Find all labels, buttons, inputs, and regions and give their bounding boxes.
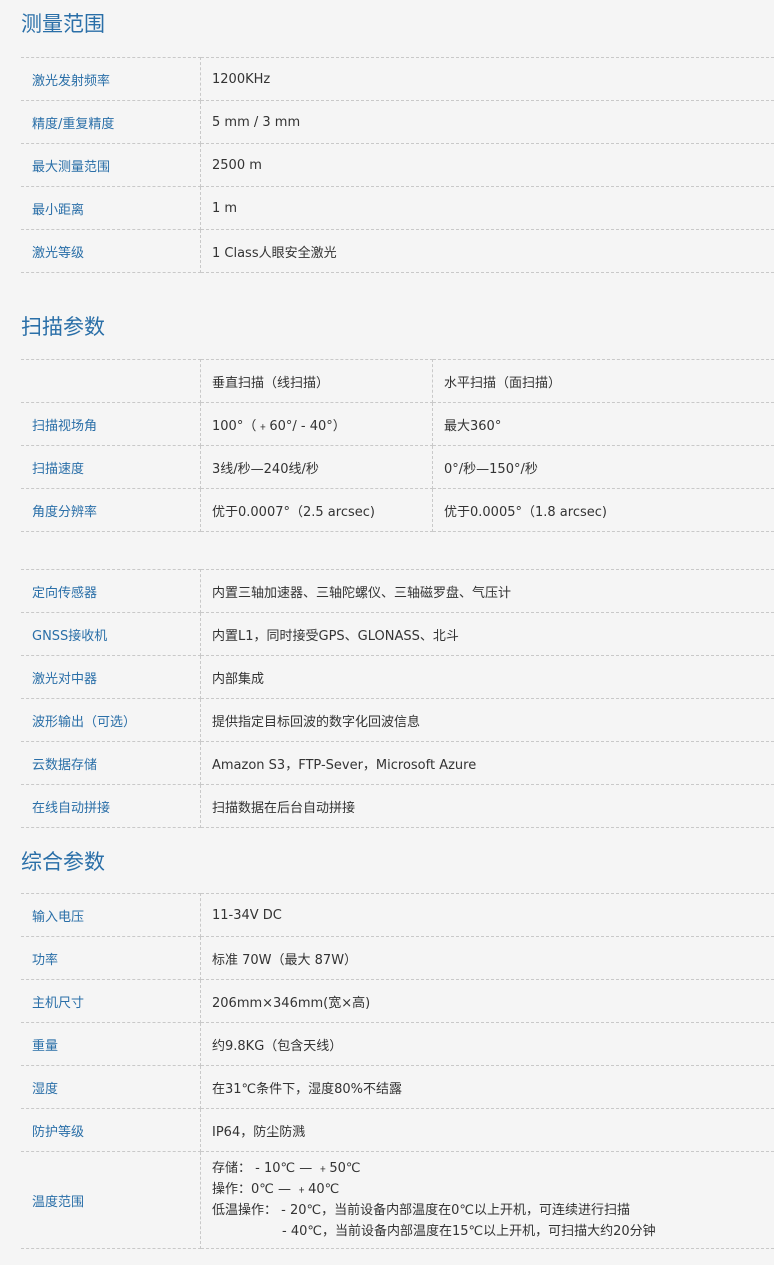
row-label: 输入电压	[21, 893, 201, 937]
row-label: 在线自动拼接	[21, 784, 201, 828]
table-row: 定向传感器 内置三轴加速器、三轴陀螺仪、三轴磁罗盘、气压计	[21, 569, 774, 613]
misc-table: 定向传感器 内置三轴加速器、三轴陀螺仪、三轴磁罗盘、气压计 GNSS接收机 内置…	[21, 569, 774, 828]
table-row: 重量 约9.8KG（包含天线）	[21, 1022, 774, 1066]
table-row: 角度分辨率 优于0.0007°（2.5 arcsec) 优于0.0005°（1.…	[21, 488, 774, 532]
row-value: 在31℃条件下，湿度80%不结露	[200, 1065, 774, 1109]
table-row: 功率 标准 70W（最大 87W）	[21, 936, 774, 980]
scan-table: 垂直扫描（线扫描） 水平扫描（面扫描） 扫描视场角 100°（﹢60°/ - 4…	[21, 359, 774, 532]
row-value: 2500 m	[200, 143, 774, 187]
row-value: 扫描数据在后台自动拼接	[200, 784, 774, 828]
row-value: IP64，防尘防溅	[200, 1108, 774, 1152]
row-value: 约9.8KG（包含天线）	[200, 1022, 774, 1066]
row-value: 内置L1，同时接受GPS、GLONASS、北斗	[200, 612, 774, 656]
row-value: 1 m	[200, 186, 774, 230]
row-value-horizontal: 0°/秒—150°/秒	[432, 445, 774, 489]
temperature-operation: 操作：0℃ — ﹢40℃	[212, 1182, 340, 1197]
table-row: 激光等级 1 Class人眼安全激光	[21, 229, 774, 273]
row-value-vertical: 优于0.0007°（2.5 arcsec)	[200, 488, 433, 532]
row-label: 定向传感器	[21, 569, 201, 613]
row-value: 内置三轴加速器、三轴陀螺仪、三轴磁罗盘、气压计	[200, 569, 774, 613]
row-value: Amazon S3，FTP-Sever，Microsoft Azure	[200, 741, 774, 785]
table-row: GNSS接收机 内置L1，同时接受GPS、GLONASS、北斗	[21, 612, 774, 656]
row-value-horizontal: 优于0.0005°（1.8 arcsec)	[432, 488, 774, 532]
row-label: 最小距离	[21, 186, 201, 230]
table-row: 主机尺寸 206mm×346mm(宽×高)	[21, 979, 774, 1023]
table-row: 激光对中器 内部集成	[21, 655, 774, 699]
table-row: 防护等级 IP64，防尘防溅	[21, 1108, 774, 1152]
row-label: 激光等级	[21, 229, 201, 273]
row-label: 防护等级	[21, 1108, 201, 1152]
header-horizontal-scan: 水平扫描（面扫描）	[432, 359, 774, 403]
section-title-measure: 测量范围	[21, 12, 105, 36]
row-label: 湿度	[21, 1065, 201, 1109]
table-row-temperature: 温度范围 存储： - 10℃ — ﹢50℃ 操作：0℃ — ﹢40℃ 低温操作：…	[21, 1151, 774, 1249]
row-value: 标准 70W（最大 87W）	[200, 936, 774, 980]
temperature-range-value: 存储： - 10℃ — ﹢50℃ 操作：0℃ — ﹢40℃ 低温操作： - 20…	[200, 1151, 774, 1249]
row-value: 1 Class人眼安全激光	[200, 229, 774, 273]
table-row: 扫描视场角 100°（﹢60°/ - 40°） 最大360°	[21, 402, 774, 446]
temperature-low-operation: 低温操作： - 20℃，当前设备内部温度在0℃以上开机，可连续进行扫描	[212, 1203, 630, 1218]
row-value: 内部集成	[200, 655, 774, 699]
header-label	[21, 359, 201, 403]
row-value-vertical: 100°（﹢60°/ - 40°）	[200, 402, 433, 446]
row-label: 主机尺寸	[21, 979, 201, 1023]
row-value: 提供指定目标回波的数字化回波信息	[200, 698, 774, 742]
section-title-general: 综合参数	[21, 850, 105, 874]
row-label: 温度范围	[21, 1151, 201, 1249]
row-value: 206mm×346mm(宽×高)	[200, 979, 774, 1023]
row-label: 最大测量范围	[21, 143, 201, 187]
row-label: 云数据存储	[21, 741, 201, 785]
table-header-row: 垂直扫描（线扫描） 水平扫描（面扫描）	[21, 359, 774, 403]
table-row: 在线自动拼接 扫描数据在后台自动拼接	[21, 784, 774, 828]
row-label: 功率	[21, 936, 201, 980]
row-label: GNSS接收机	[21, 612, 201, 656]
table-row: 扫描速度 3线/秒—240线/秒 0°/秒—150°/秒	[21, 445, 774, 489]
table-row: 激光发射频率 1200KHz	[21, 57, 774, 101]
row-label: 重量	[21, 1022, 201, 1066]
table-row: 精度/重复精度 5 mm / 3 mm	[21, 100, 774, 144]
table-row: 输入电压 11-34V DC	[21, 893, 774, 937]
row-label: 波形输出（可选）	[21, 698, 201, 742]
row-label: 扫描速度	[21, 445, 201, 489]
row-value-horizontal: 最大360°	[432, 402, 774, 446]
temperature-low-operation-2: - 40℃，当前设备内部温度在15℃以上开机，可扫描大约20分钟	[282, 1224, 656, 1239]
table-row: 波形输出（可选） 提供指定目标回波的数字化回波信息	[21, 698, 774, 742]
row-label: 角度分辨率	[21, 488, 201, 532]
temperature-storage: 存储： - 10℃ — ﹢50℃	[212, 1161, 361, 1176]
header-vertical-scan: 垂直扫描（线扫描）	[200, 359, 433, 403]
measure-table: 激光发射频率 1200KHz 精度/重复精度 5 mm / 3 mm 最大测量范…	[21, 57, 774, 273]
table-row: 湿度 在31℃条件下，湿度80%不结露	[21, 1065, 774, 1109]
table-row: 云数据存储 Amazon S3，FTP-Sever，Microsoft Azur…	[21, 741, 774, 785]
row-label: 扫描视场角	[21, 402, 201, 446]
row-value: 11-34V DC	[200, 893, 774, 937]
row-value: 5 mm / 3 mm	[200, 100, 774, 144]
row-label: 激光对中器	[21, 655, 201, 699]
table-row: 最小距离 1 m	[21, 186, 774, 230]
row-value: 1200KHz	[200, 57, 774, 101]
section-title-scan: 扫描参数	[21, 315, 105, 339]
row-label: 精度/重复精度	[21, 100, 201, 144]
row-label: 激光发射频率	[21, 57, 201, 101]
general-table: 输入电压 11-34V DC 功率 标准 70W（最大 87W） 主机尺寸 20…	[21, 893, 774, 1249]
row-value-vertical: 3线/秒—240线/秒	[200, 445, 433, 489]
table-row: 最大测量范围 2500 m	[21, 143, 774, 187]
